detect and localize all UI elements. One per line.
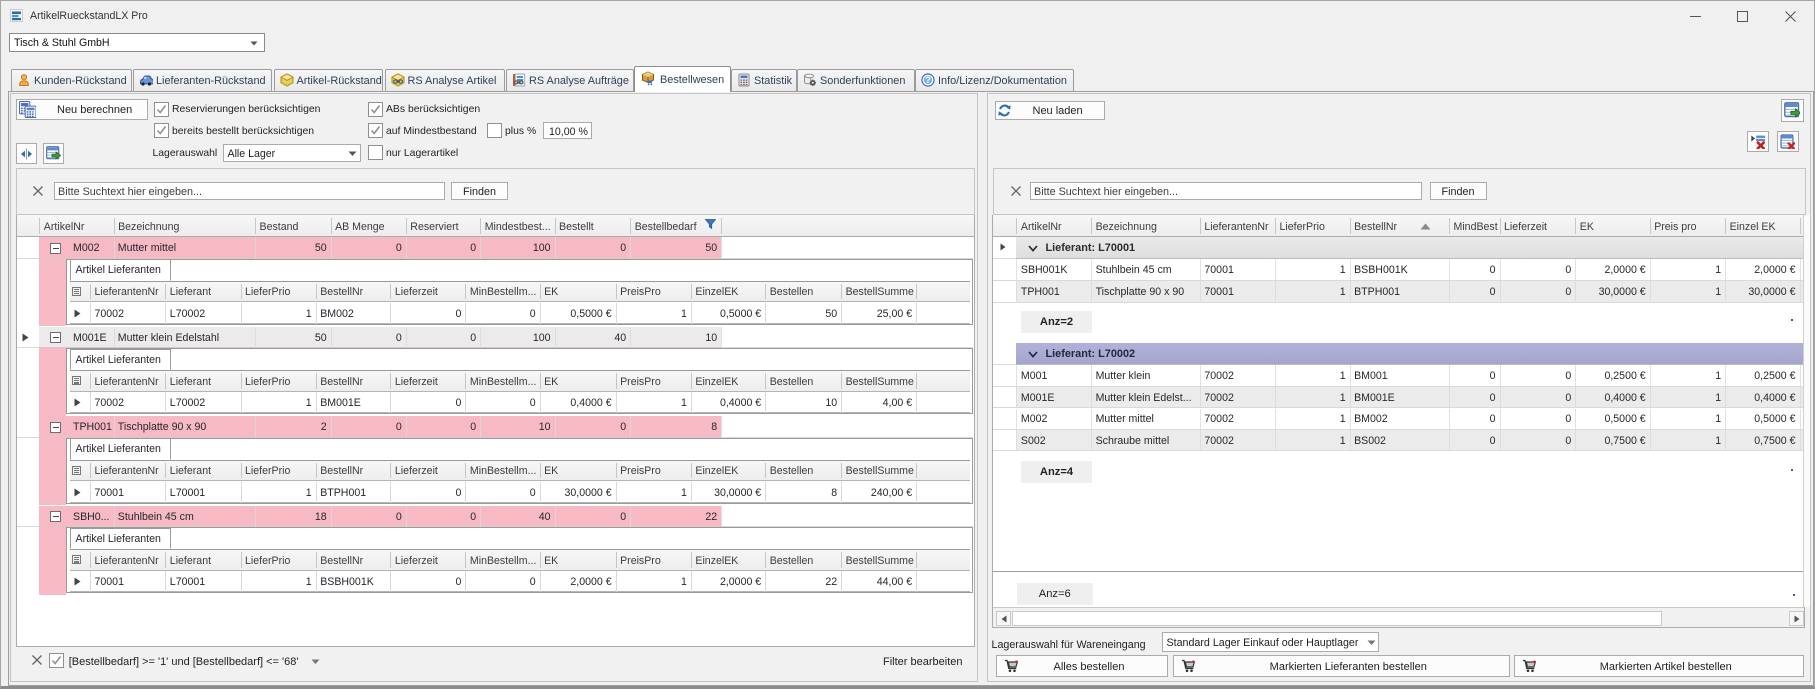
svg-text:?: ? <box>925 75 931 85</box>
